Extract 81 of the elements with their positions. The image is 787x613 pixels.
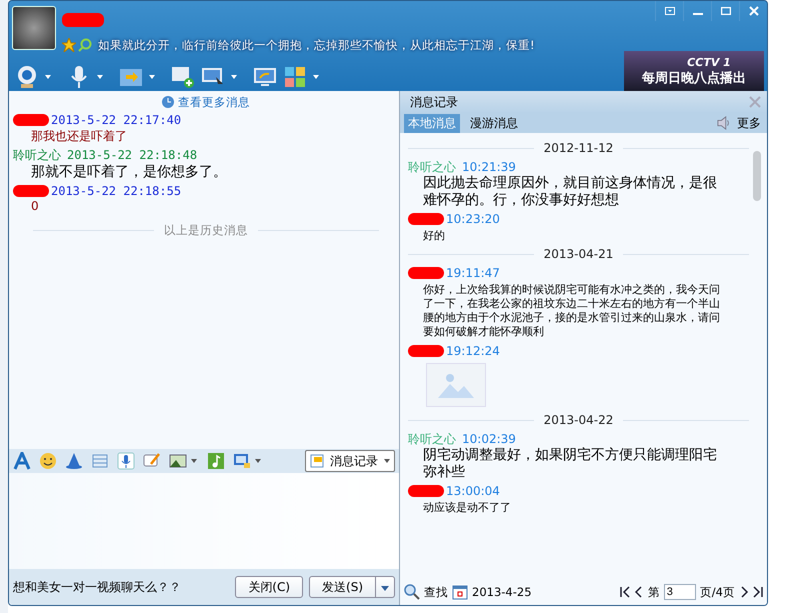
- message-history-button[interactable]: 消息记录: [305, 450, 395, 472]
- message-text: 好的: [422, 229, 446, 243]
- message-text: 0: [30, 199, 40, 213]
- date-link[interactable]: 2013-4-25: [472, 585, 532, 599]
- caret-icon[interactable]: [384, 459, 390, 463]
- tab[interactable]: 漫游消息: [466, 114, 522, 132]
- caret-icon[interactable]: [149, 75, 155, 79]
- close-chat-button[interactable]: 关闭(C): [235, 576, 304, 598]
- date-divider-text: 2013-04-22: [544, 413, 614, 427]
- caret-icon[interactable]: [97, 75, 103, 79]
- chat-bubble-icon[interactable]: [310, 454, 324, 468]
- more-link[interactable]: 更多: [737, 114, 761, 132]
- caret-icon[interactable]: [381, 586, 389, 591]
- message-text: 那就不是吓着了，是你想多了。: [30, 163, 228, 181]
- magnifier-icon[interactable]: [78, 38, 92, 52]
- find-link[interactable]: 查找: [424, 584, 448, 600]
- apps-icon[interactable]: [283, 65, 307, 89]
- redaction-mark: [13, 185, 49, 197]
- search-icon[interactable]: [404, 584, 420, 600]
- microphone-icon[interactable]: [117, 452, 135, 470]
- dropdown-icon[interactable]: [664, 7, 674, 15]
- music-note-icon[interactable]: [207, 452, 225, 470]
- date-divider-text: 2013-04-21: [544, 247, 614, 261]
- star-icon: [62, 38, 76, 52]
- redaction-mark: [408, 345, 444, 357]
- promo-link[interactable]: 想和美女一对一视频聊天么？？: [13, 578, 181, 596]
- signature-text: 如果就此分开，临行前给彼此一个拥抱，忘掉那些不愉快，从此相忘于江湖，保重!: [98, 38, 535, 52]
- last-page-icon[interactable]: [753, 586, 763, 598]
- message-time: 2013-5-22 22:18:48: [67, 148, 198, 162]
- redaction-mark: [408, 267, 444, 279]
- page-count-label: 页/4页: [700, 584, 735, 600]
- caret-icon[interactable]: [255, 459, 261, 463]
- caret-icon[interactable]: [45, 75, 51, 79]
- smiley-icon[interactable]: [39, 452, 57, 470]
- redaction-mark: [62, 13, 104, 27]
- send-options-button[interactable]: [376, 576, 395, 598]
- message-time: 19:11:47: [446, 266, 500, 280]
- panel-title: 消息记录: [410, 94, 458, 110]
- next-page-icon[interactable]: [739, 586, 749, 598]
- message-time: 10:23:20: [446, 212, 500, 226]
- font-icon[interactable]: [13, 452, 31, 470]
- avatar-placeholder: [12, 6, 56, 50]
- caret-icon[interactable]: [191, 459, 197, 463]
- previous-page-icon[interactable]: [634, 586, 644, 598]
- sender-name: 聆听之心: [408, 430, 456, 447]
- picture-icon[interactable]: [169, 452, 187, 470]
- speaker-icon[interactable]: [717, 116, 731, 130]
- message-time: 10:02:39: [462, 432, 516, 446]
- redaction-mark: [408, 485, 444, 497]
- message-text: 因此抛去命理原因外，就目前这身体情况，是很难怀孕的。行，你没事好好想想: [422, 175, 718, 209]
- caret-icon[interactable]: [231, 75, 237, 79]
- redaction-mark: [13, 114, 49, 126]
- more-messages-link[interactable]: 查看更多消息: [178, 94, 250, 110]
- chat-add-icon[interactable]: [171, 65, 195, 89]
- sender-name: 聆听之心: [13, 146, 61, 164]
- message-text: 你好，上次给我算的时候说阴宅可能有水冲之类的，我今天问了一下，在我老公家的祖坟东边二十米左右的地方有一个半山腰的地方由于个水泥池子，接的是水管引过来的山泉水，请问要如何破解才能怀孕顺利: [422, 283, 721, 339]
- first-page-icon[interactable]: [620, 586, 630, 598]
- calendar-icon[interactable]: [452, 584, 468, 600]
- sender-name: 聆听之心: [408, 158, 456, 176]
- message-text: 那我也还是吓着了: [30, 128, 128, 145]
- date-divider-text: 2012-11-12: [544, 141, 614, 155]
- page-field[interactable]: 3: [664, 584, 696, 600]
- screen-share-icon[interactable]: [253, 65, 277, 89]
- page-label: 第: [648, 584, 660, 600]
- send-button[interactable]: 发送(S): [309, 576, 376, 598]
- ad-banner[interactable]: CCTV 1 每周日晚八点播出: [624, 51, 764, 91]
- history-divider-text: 以上是历史消息: [164, 223, 248, 238]
- screenshot-icon[interactable]: [91, 452, 109, 470]
- message-time: 2013-5-22 22:17:40: [51, 113, 182, 127]
- message-time: 19:12:24: [446, 344, 500, 358]
- redaction-mark: [408, 213, 444, 225]
- caret-icon[interactable]: [313, 75, 319, 79]
- message-time: 13:00:04: [446, 484, 500, 498]
- message-time: 10:21:39: [462, 160, 516, 174]
- message-text: 阴宅动调整最好，如果阴宅不方便只能调理阳宅弥补些: [422, 447, 718, 481]
- message-time: 2013-5-22 22:18:55: [51, 184, 182, 198]
- webcam-icon[interactable]: [15, 65, 39, 89]
- message-text: 动应该是动不了了: [422, 501, 512, 515]
- clock-icon: [162, 96, 174, 108]
- wizard-hat-icon[interactable]: [65, 452, 83, 470]
- maximize-icon[interactable]: [720, 7, 730, 15]
